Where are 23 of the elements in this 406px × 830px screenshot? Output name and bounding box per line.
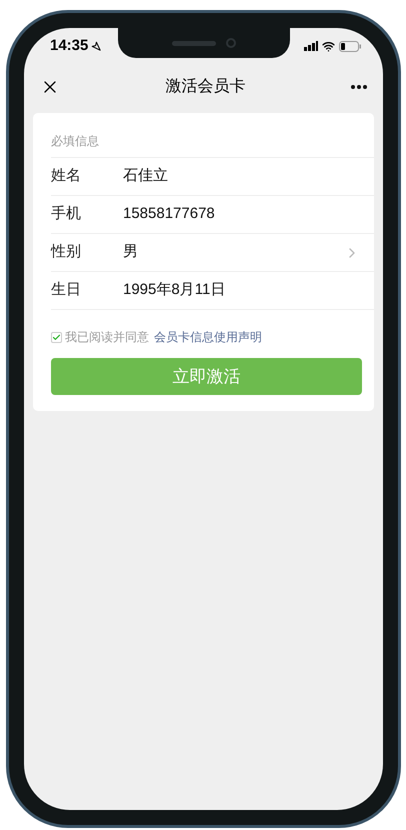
section-title: 必填信息 xyxy=(51,133,99,150)
field-label: 手机 xyxy=(51,204,82,224)
speaker-icon xyxy=(172,40,216,46)
agreement-link[interactable]: 会员卡信息使用声明 xyxy=(154,328,262,346)
field-label: 姓名 xyxy=(51,166,82,186)
field-label: 性别 xyxy=(51,242,82,262)
more-button[interactable] xyxy=(349,82,369,90)
wifi-icon xyxy=(322,40,335,52)
form-row[interactable]: 性别 男 xyxy=(51,233,374,271)
agree-checkbox[interactable] xyxy=(51,332,62,342)
field-label: 生日 xyxy=(51,280,82,300)
agreement-text: 我已阅读并同意 xyxy=(65,329,149,346)
location-icon xyxy=(91,41,102,51)
status-time: 14:35 xyxy=(50,36,88,56)
signal-icon xyxy=(304,41,318,51)
field-value[interactable]: 石佳立 xyxy=(123,165,360,188)
field-value[interactable]: 男 xyxy=(123,241,344,264)
battery-icon xyxy=(339,40,361,52)
more-icon xyxy=(351,84,367,88)
page-title: 激活会员卡 xyxy=(166,76,246,96)
field-value[interactable]: 15858177678 xyxy=(123,203,360,226)
camera-icon xyxy=(226,38,236,48)
field-value[interactable]: 1995年8月11日 xyxy=(123,279,360,302)
